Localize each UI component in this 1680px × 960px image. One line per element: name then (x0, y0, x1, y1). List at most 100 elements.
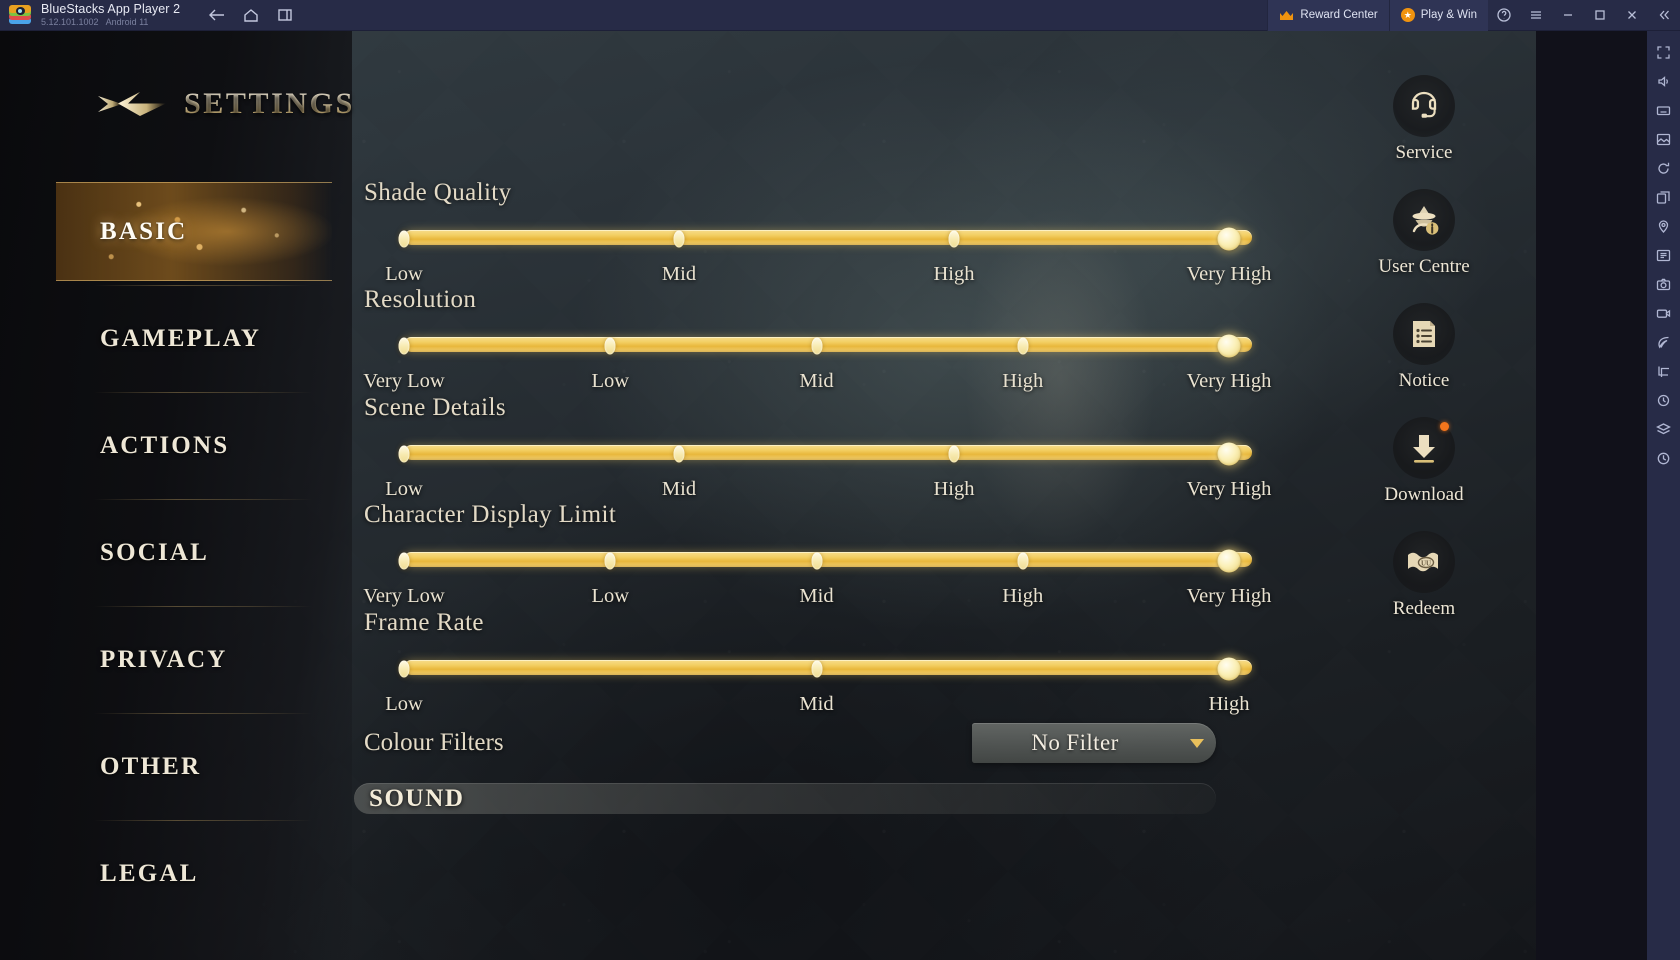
back-arrow-icon[interactable] (88, 83, 170, 125)
close-button[interactable] (1616, 0, 1648, 31)
sidebar-item-other[interactable]: OTHER (56, 713, 334, 820)
notification-dot (1440, 422, 1449, 431)
game-viewport: SETTINGS BASIC GAMEPLAY ACTIONS SOCIAL P… (0, 31, 1536, 960)
slider-tick[interactable] (398, 445, 410, 463)
slider-handle[interactable] (1217, 442, 1241, 466)
keyboard-icon[interactable] (1651, 97, 1677, 123)
sidebar-item-privacy[interactable]: PRIVACY (56, 606, 334, 713)
sidebar-item-label: GAMEPLAY (100, 324, 262, 352)
sidebar-item-social[interactable]: SOCIAL (56, 499, 334, 606)
location-icon[interactable] (1651, 213, 1677, 239)
slider-tick[interactable] (398, 660, 410, 678)
fullscreen-icon[interactable] (1651, 39, 1677, 65)
sidebar-item-actions[interactable]: ACTIONS (56, 392, 334, 499)
shake-icon[interactable] (1651, 387, 1677, 413)
slider-tick[interactable] (1017, 552, 1029, 570)
record-icon[interactable] (1651, 300, 1677, 326)
sound-section-title: SOUND (369, 784, 465, 812)
slider-track[interactable] (404, 445, 1252, 460)
slider-tick[interactable] (673, 445, 685, 463)
ticket-icon: UU (1393, 531, 1455, 593)
slider-tick[interactable] (948, 230, 960, 248)
collapse-sidebar-button[interactable] (1648, 0, 1680, 31)
sidebar-item-gameplay[interactable]: GAMEPLAY (56, 285, 334, 392)
slider-handle[interactable] (1217, 657, 1241, 681)
settings-header[interactable]: SETTINGS (88, 83, 355, 125)
slider-tick-label: Very High (1186, 370, 1272, 392)
trim-icon[interactable] (1651, 358, 1677, 384)
game-icon-rail: Service User Centre Notice Download UU R… (1364, 75, 1484, 645)
slider-tick[interactable] (811, 337, 822, 355)
slider-tick[interactable] (673, 230, 685, 248)
bluestacks-logo-icon (9, 4, 31, 26)
reward-center-button[interactable]: Reward Center (1267, 0, 1389, 31)
slider-tick[interactable] (398, 552, 410, 570)
bluestacks-titlebar: BlueStacks App Player 2 5.12.101.1002 And… (0, 0, 1680, 31)
colour-filters-row: Colour Filters No Filter (352, 723, 1252, 771)
slider-tick[interactable] (398, 230, 410, 248)
maximize-button[interactable] (1584, 0, 1616, 31)
slider-track[interactable] (404, 552, 1252, 567)
app-version: 5.12.101.1002 (41, 17, 99, 27)
rail-item-user-centre[interactable]: User Centre (1364, 189, 1484, 278)
slider[interactable] (352, 216, 1252, 262)
slider-tick-label: Low (385, 693, 423, 715)
bluestacks-tool-rail (1647, 31, 1680, 960)
slider-tick-label: Mid (661, 478, 697, 500)
back-button[interactable] (202, 2, 232, 28)
slider-handle[interactable] (1217, 334, 1241, 358)
chevron-down-icon (1178, 737, 1216, 749)
slider[interactable] (352, 431, 1252, 477)
rail-item-notice[interactable]: Notice (1364, 303, 1484, 392)
layers-icon[interactable] (1651, 416, 1677, 442)
slider-tick[interactable] (604, 337, 616, 355)
slider-tick[interactable] (604, 552, 616, 570)
rail-item-label: Service (1395, 142, 1453, 163)
slider[interactable] (352, 646, 1252, 692)
home-button[interactable] (236, 2, 266, 28)
android-nav-buttons (202, 2, 300, 28)
setting-label: Frame Rate (364, 609, 484, 636)
slider-tick[interactable] (811, 552, 822, 570)
gallery-icon[interactable] (1651, 126, 1677, 152)
slider-tick-label: High (933, 263, 975, 285)
history-icon[interactable] (1651, 445, 1677, 471)
rail-item-redeem[interactable]: UU Redeem (1364, 531, 1484, 620)
volume-icon[interactable] (1651, 68, 1677, 94)
slider-tick[interactable] (398, 337, 410, 355)
rotate-icon[interactable] (1651, 155, 1677, 181)
sidebar-item-basic[interactable]: BASIC (56, 178, 334, 285)
slider-track[interactable] (404, 660, 1252, 675)
slider-track[interactable] (404, 230, 1252, 245)
slider-handle[interactable] (1217, 549, 1241, 573)
sound-section-header[interactable]: SOUND (354, 783, 1216, 814)
screenshot-icon[interactable] (1651, 271, 1677, 297)
sidebar-item-legal[interactable]: LEGAL (56, 820, 334, 927)
play-and-win-button[interactable]: ★ Play & Win (1388, 0, 1488, 31)
slider-tick[interactable] (1017, 337, 1029, 355)
eco-mode-icon[interactable] (1651, 329, 1677, 355)
slider-tick-label: Low (591, 585, 630, 607)
slider[interactable] (352, 538, 1252, 584)
multi-instance-icon[interactable] (1651, 184, 1677, 210)
colour-filters-dropdown[interactable]: No Filter (972, 723, 1216, 763)
minimize-button[interactable] (1552, 0, 1584, 31)
recent-apps-button[interactable] (270, 2, 300, 28)
rail-item-service[interactable]: Service (1364, 75, 1484, 164)
rail-item-download[interactable]: Download (1364, 417, 1484, 506)
slider-track[interactable] (404, 337, 1252, 352)
rail-item-label: Notice (1398, 370, 1450, 391)
menu-button[interactable] (1520, 0, 1552, 31)
help-button[interactable] (1488, 0, 1520, 31)
page-title: SETTINGS (184, 87, 355, 120)
slider-tick[interactable] (811, 660, 822, 678)
setting-label: Scene Details (364, 394, 506, 421)
setting-row: Character Display Limit Very Low Low Mid Hig… (352, 501, 1271, 611)
download-icon (1393, 417, 1455, 479)
macro-icon[interactable] (1651, 242, 1677, 268)
slider-tick[interactable] (948, 445, 960, 463)
slider[interactable] (352, 323, 1252, 369)
slider-tick-labels: Very Low Low Mid High Very High (352, 585, 1271, 611)
star-badge-icon: ★ (1400, 8, 1415, 22)
slider-handle[interactable] (1217, 227, 1241, 251)
